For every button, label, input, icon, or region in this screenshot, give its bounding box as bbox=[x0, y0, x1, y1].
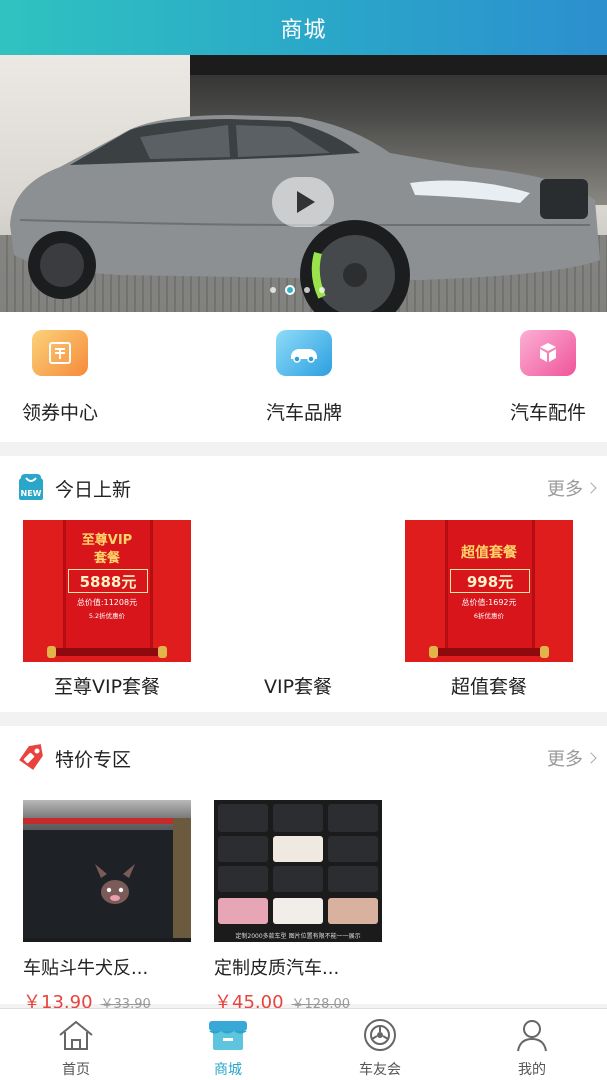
bottom-tab-bar: 首页 商城 车友会 我的 bbox=[0, 1008, 607, 1080]
special-section: 特价专区 更多 车贴斗牛犬反... ￥13.90 ￥33.90 定制2000多款… bbox=[0, 726, 607, 1013]
chevron-right-icon bbox=[585, 752, 597, 764]
package-poster: 至尊VIP 套餐 5888元 总价值:11208元 5.2折优惠价 bbox=[23, 520, 191, 662]
tab-shop[interactable]: 商城 bbox=[168, 1017, 288, 1079]
category-row: 领券中心 汽车品牌 汽车配件 bbox=[0, 312, 607, 442]
category-coupon-center[interactable]: 领券中心 bbox=[0, 330, 120, 425]
package-name: 至尊VIP套餐 bbox=[53, 676, 161, 698]
carousel-dot[interactable] bbox=[304, 287, 310, 293]
tab-mine[interactable]: 我的 bbox=[472, 1017, 592, 1079]
shop-icon bbox=[206, 1017, 250, 1053]
product-card[interactable]: 定制2000多款车型 图片位置有限不能一一展示 定制皮质汽车... ￥45.00… bbox=[214, 800, 382, 1014]
package-item[interactable]: 超值套餐 998元 总价值:1692元 6折优惠价 超值套餐 bbox=[405, 520, 573, 699]
carousel-indicator bbox=[270, 285, 325, 295]
section-header: NEW 今日上新 更多 bbox=[0, 456, 607, 520]
user-icon bbox=[510, 1017, 554, 1053]
product-image: 定制2000多款车型 图片位置有限不能一一展示 bbox=[214, 800, 382, 942]
more-link[interactable]: 更多 bbox=[547, 475, 597, 501]
carousel-dot[interactable] bbox=[319, 287, 325, 293]
tab-label: 我的 bbox=[518, 1062, 546, 1078]
home-icon bbox=[54, 1017, 98, 1053]
svg-text:NEW: NEW bbox=[21, 489, 42, 498]
new-today-section: NEW 今日上新 更多 至尊VIP 套餐 5888元 总价值:11208元 5.2… bbox=[0, 456, 607, 712]
carousel-dot[interactable] bbox=[270, 287, 276, 293]
parts-icon bbox=[520, 330, 576, 376]
play-button[interactable] bbox=[272, 177, 334, 227]
section-title: 今日上新 bbox=[55, 479, 132, 501]
app-header: 商城 bbox=[0, 0, 607, 55]
product-image bbox=[23, 800, 191, 942]
tab-home[interactable]: 首页 bbox=[16, 1017, 136, 1079]
category-label: 领券中心 bbox=[21, 402, 98, 424]
price-tag-icon bbox=[15, 742, 47, 772]
package-poster: 超值套餐 998元 总价值:1692元 6折优惠价 bbox=[405, 520, 573, 662]
tab-car-club[interactable]: 车友会 bbox=[320, 1017, 440, 1079]
category-car-brand[interactable]: 汽车品牌 bbox=[244, 330, 364, 425]
play-icon bbox=[296, 191, 315, 213]
package-name: 超值套餐 bbox=[450, 676, 527, 698]
package-name: VIP套餐 bbox=[263, 676, 333, 698]
package-poster-empty bbox=[214, 520, 382, 662]
category-car-parts[interactable]: 汽车配件 bbox=[488, 330, 607, 425]
wheel-icon bbox=[358, 1017, 402, 1053]
product-card[interactable]: 车贴斗牛犬反... ￥13.90 ￥33.90 bbox=[23, 800, 191, 1014]
product-name: 车贴斗牛犬反... bbox=[23, 958, 149, 979]
banner-carousel[interactable] bbox=[0, 55, 607, 312]
package-item[interactable]: 至尊VIP 套餐 5888元 总价值:11208元 5.2折优惠价 至尊VIP套餐 bbox=[23, 520, 191, 699]
coupon-icon bbox=[32, 330, 88, 376]
chevron-right-icon bbox=[585, 482, 597, 494]
tab-label: 商城 bbox=[214, 1062, 242, 1078]
section-title: 特价专区 bbox=[55, 749, 132, 771]
page-title: 商城 bbox=[280, 17, 327, 43]
new-badge-icon: NEW bbox=[15, 472, 47, 502]
product-name: 定制皮质汽车... bbox=[214, 958, 340, 979]
car-brand-icon bbox=[276, 330, 332, 376]
more-link[interactable]: 更多 bbox=[547, 745, 597, 771]
carousel-dot-active[interactable] bbox=[285, 285, 295, 295]
package-item[interactable]: VIP套餐 bbox=[214, 520, 382, 699]
product-image-caption: 定制2000多款车型 图片位置有限不能一一展示 bbox=[235, 933, 361, 940]
category-label: 汽车品牌 bbox=[265, 402, 342, 424]
category-label: 汽车配件 bbox=[509, 402, 586, 424]
section-header: 特价专区 更多 bbox=[0, 726, 607, 790]
tab-label: 车友会 bbox=[359, 1062, 401, 1078]
tab-label: 首页 bbox=[62, 1062, 90, 1078]
